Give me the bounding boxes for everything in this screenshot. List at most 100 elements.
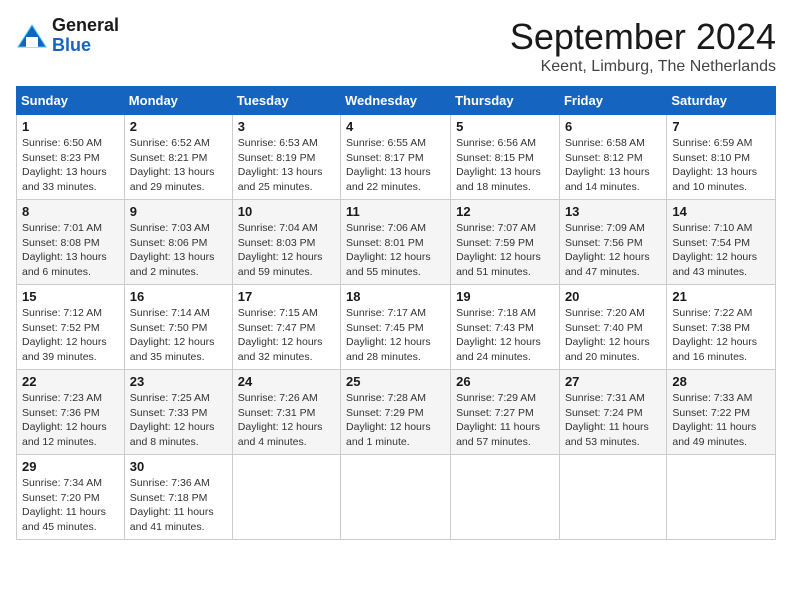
- day-cell-14: 14 Sunrise: 7:10 AMSunset: 7:54 PMDayligh…: [667, 200, 776, 285]
- day-cell-2: 2Sunrise: 6:52 AMSunset: 8:21 PMDaylight…: [124, 115, 232, 200]
- calendar-title: September 2024: [510, 16, 776, 58]
- header-sunday: Sunday: [17, 87, 125, 115]
- day-cell-5: 5Sunrise: 6:56 AMSunset: 8:15 PMDaylight…: [451, 115, 560, 200]
- day-number: 19: [456, 289, 554, 304]
- day-number: 16: [130, 289, 227, 304]
- day-number: 4: [346, 119, 445, 134]
- empty-cell: [232, 455, 340, 540]
- title-area: September 2024 Keent, Limburg, The Nethe…: [510, 16, 776, 76]
- day-number: 2: [130, 119, 227, 134]
- day-number: 27: [565, 374, 661, 389]
- logo: GeneralBlue: [16, 16, 119, 56]
- day-info: Sunrise: 7:04 AMSunset: 8:03 PMDaylight:…: [238, 221, 335, 280]
- day-info: Sunrise: 7:34 AMSunset: 7:20 PMDaylight:…: [22, 476, 119, 535]
- weekday-header-row: Sunday Monday Tuesday Wednesday Thursday…: [17, 87, 776, 115]
- day-info: Sunrise: 6:59 AMSunset: 8:10 PMDaylight:…: [672, 136, 770, 195]
- calendar-subtitle: Keent, Limburg, The Netherlands: [510, 58, 776, 76]
- day-number: 8: [22, 204, 119, 219]
- day-info: Sunrise: 6:55 AMSunset: 8:17 PMDaylight:…: [346, 136, 445, 195]
- day-info: Sunrise: 6:58 AMSunset: 8:12 PMDaylight:…: [565, 136, 661, 195]
- header-saturday: Saturday: [667, 87, 776, 115]
- day-info: Sunrise: 7:22 AMSunset: 7:38 PMDaylight:…: [672, 306, 770, 365]
- day-number: 25: [346, 374, 445, 389]
- day-info: Sunrise: 7:17 AMSunset: 7:45 PMDaylight:…: [346, 306, 445, 365]
- day-info: Sunrise: 7:03 AMSunset: 8:06 PMDaylight:…: [130, 221, 227, 280]
- day-info: Sunrise: 7:23 AMSunset: 7:36 PMDaylight:…: [22, 391, 119, 450]
- day-cell-27: 27 Sunrise: 7:31 AMSunset: 7:24 PMDayligh…: [559, 370, 666, 455]
- day-cell-17: 17 Sunrise: 7:15 AMSunset: 7:47 PMDayligh…: [232, 285, 340, 370]
- day-info: Sunrise: 7:01 AMSunset: 8:08 PMDaylight:…: [22, 221, 119, 280]
- day-number: 15: [22, 289, 119, 304]
- day-info: Sunrise: 7:09 AMSunset: 7:56 PMDaylight:…: [565, 221, 661, 280]
- empty-cell: [559, 455, 666, 540]
- day-number: 21: [672, 289, 770, 304]
- day-cell-4: 4 Sunrise: 6:55 AMSunset: 8:17 PMDaylight…: [341, 115, 451, 200]
- day-cell-6: 6 Sunrise: 6:58 AMSunset: 8:12 PMDaylight…: [559, 115, 666, 200]
- empty-cell: [451, 455, 560, 540]
- day-info: Sunrise: 7:29 AMSunset: 7:27 PMDaylight:…: [456, 391, 554, 450]
- day-cell-22: 22 Sunrise: 7:23 AMSunset: 7:36 PMDayligh…: [17, 370, 125, 455]
- day-cell-30: 30 Sunrise: 7:36 AMSunset: 7:18 PMDayligh…: [124, 455, 232, 540]
- day-number: 1: [22, 119, 119, 134]
- day-number: 13: [565, 204, 661, 219]
- logo-text: GeneralBlue: [52, 16, 119, 56]
- day-number: 22: [22, 374, 119, 389]
- header: GeneralBlue September 2024 Keent, Limbur…: [16, 16, 776, 76]
- day-cell-11: 11 Sunrise: 7:06 AMSunset: 8:01 PMDayligh…: [341, 200, 451, 285]
- day-info: Sunrise: 6:50 AMSunset: 8:23 PMDaylight:…: [22, 136, 119, 195]
- day-number: 18: [346, 289, 445, 304]
- day-number: 14: [672, 204, 770, 219]
- day-cell-1: 1 Sunrise: 6:50 AMSunset: 8:23 PMDaylight…: [17, 115, 125, 200]
- day-info: Sunrise: 7:26 AMSunset: 7:31 PMDaylight:…: [238, 391, 335, 450]
- empty-cell: [667, 455, 776, 540]
- day-cell-24: 24Sunrise: 7:26 AMSunset: 7:31 PMDayligh…: [232, 370, 340, 455]
- day-cell-9: 9Sunrise: 7:03 AMSunset: 8:06 PMDaylight…: [124, 200, 232, 285]
- day-number: 3: [238, 119, 335, 134]
- day-info: Sunrise: 7:14 AMSunset: 7:50 PMDaylight:…: [130, 306, 227, 365]
- logo-icon: [16, 23, 48, 49]
- day-info: Sunrise: 7:10 AMSunset: 7:54 PMDaylight:…: [672, 221, 770, 280]
- day-number: 30: [130, 459, 227, 474]
- day-number: 7: [672, 119, 770, 134]
- day-cell-28: 28 Sunrise: 7:33 AMSunset: 7:22 PMDayligh…: [667, 370, 776, 455]
- day-cell-19: 19 Sunrise: 7:18 AMSunset: 7:43 PMDayligh…: [451, 285, 560, 370]
- day-number: 12: [456, 204, 554, 219]
- day-cell-7: 7 Sunrise: 6:59 AMSunset: 8:10 PMDaylight…: [667, 115, 776, 200]
- day-cell-10: 10 Sunrise: 7:04 AMSunset: 8:03 PMDayligh…: [232, 200, 340, 285]
- day-cell-8: 8 Sunrise: 7:01 AMSunset: 8:08 PMDaylight…: [17, 200, 125, 285]
- calendar-week-row: 29Sunrise: 7:34 AMSunset: 7:20 PMDayligh…: [17, 455, 776, 540]
- day-number: 28: [672, 374, 770, 389]
- day-cell-12: 12 Sunrise: 7:07 AMSunset: 7:59 PMDayligh…: [451, 200, 560, 285]
- day-cell-16: 16 Sunrise: 7:14 AMSunset: 7:50 PMDayligh…: [124, 285, 232, 370]
- day-number: 5: [456, 119, 554, 134]
- day-info: Sunrise: 7:25 AMSunset: 7:33 PMDaylight:…: [130, 391, 227, 450]
- day-info: Sunrise: 7:20 AMSunset: 7:40 PMDaylight:…: [565, 306, 661, 365]
- day-number: 11: [346, 204, 445, 219]
- day-cell-25: 25 Sunrise: 7:28 AMSunset: 7:29 PMDayligh…: [341, 370, 451, 455]
- day-cell-18: 18 Sunrise: 7:17 AMSunset: 7:45 PMDayligh…: [341, 285, 451, 370]
- day-info: Sunrise: 7:31 AMSunset: 7:24 PMDaylight:…: [565, 391, 661, 450]
- day-info: Sunrise: 7:28 AMSunset: 7:29 PMDaylight:…: [346, 391, 445, 450]
- header-wednesday: Wednesday: [341, 87, 451, 115]
- day-info: Sunrise: 6:53 AMSunset: 8:19 PMDaylight:…: [238, 136, 335, 195]
- day-number: 17: [238, 289, 335, 304]
- day-info: Sunrise: 7:15 AMSunset: 7:47 PMDaylight:…: [238, 306, 335, 365]
- calendar-week-row: 15Sunrise: 7:12 AMSunset: 7:52 PMDayligh…: [17, 285, 776, 370]
- day-cell-20: 20Sunrise: 7:20 AMSunset: 7:40 PMDayligh…: [559, 285, 666, 370]
- day-cell-21: 21 Sunrise: 7:22 AMSunset: 7:38 PMDayligh…: [667, 285, 776, 370]
- calendar-week-row: 8 Sunrise: 7:01 AMSunset: 8:08 PMDaylight…: [17, 200, 776, 285]
- empty-cell: [341, 455, 451, 540]
- header-thursday: Thursday: [451, 87, 560, 115]
- day-number: 23: [130, 374, 227, 389]
- day-cell-29: 29Sunrise: 7:34 AMSunset: 7:20 PMDayligh…: [17, 455, 125, 540]
- day-info: Sunrise: 7:06 AMSunset: 8:01 PMDaylight:…: [346, 221, 445, 280]
- day-info: Sunrise: 7:07 AMSunset: 7:59 PMDaylight:…: [456, 221, 554, 280]
- day-number: 6: [565, 119, 661, 134]
- day-info: Sunrise: 7:33 AMSunset: 7:22 PMDaylight:…: [672, 391, 770, 450]
- day-number: 10: [238, 204, 335, 219]
- day-info: Sunrise: 7:36 AMSunset: 7:18 PMDaylight:…: [130, 476, 227, 535]
- day-info: Sunrise: 7:18 AMSunset: 7:43 PMDaylight:…: [456, 306, 554, 365]
- day-cell-13: 13 Sunrise: 7:09 AMSunset: 7:56 PMDayligh…: [559, 200, 666, 285]
- day-cell-15: 15Sunrise: 7:12 AMSunset: 7:52 PMDayligh…: [17, 285, 125, 370]
- calendar-week-row: 1 Sunrise: 6:50 AMSunset: 8:23 PMDaylight…: [17, 115, 776, 200]
